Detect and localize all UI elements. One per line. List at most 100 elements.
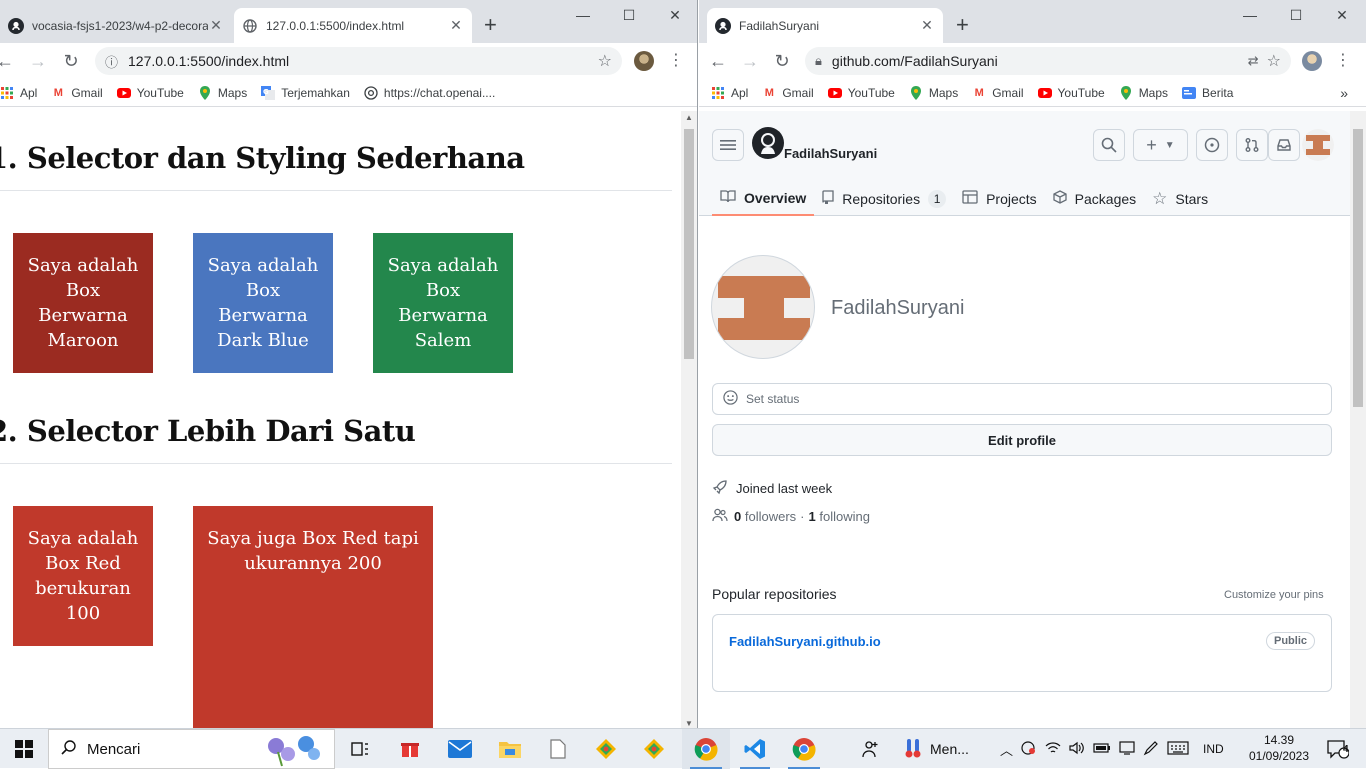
bookmark-maps[interactable]: Maps: [1119, 85, 1168, 100]
profile-avatar[interactable]: [634, 51, 654, 71]
language-indicator[interactable]: IND: [1203, 742, 1224, 756]
bookmark-gmail[interactable]: M Gmail: [51, 86, 103, 100]
tab-stars[interactable]: ☆ Stars: [1144, 181, 1216, 216]
tab-projects[interactable]: Projects: [954, 181, 1045, 216]
display-icon[interactable]: [1119, 740, 1135, 758]
set-status-button[interactable]: Set status: [712, 383, 1332, 415]
github-logo-icon[interactable]: [752, 127, 784, 164]
git-diamond-icon[interactable]: [636, 729, 672, 769]
scroll-down-arrow[interactable]: ▼: [681, 719, 697, 728]
notification-center-icon[interactable]: 4: [1318, 729, 1358, 769]
people-icon[interactable]: [856, 729, 886, 769]
back-arrow-icon[interactable]: ←: [0, 51, 16, 71]
forward-arrow-icon[interactable]: →: [739, 51, 761, 71]
minimize-button[interactable]: —: [1227, 4, 1273, 26]
back-arrow-icon[interactable]: ←: [707, 51, 729, 71]
bookmark-apps[interactable]: Apl: [711, 86, 748, 100]
reload-icon[interactable]: ↻: [771, 51, 793, 71]
edit-profile-button[interactable]: Edit profile: [712, 424, 1332, 456]
maximize-button[interactable]: ☐: [1273, 4, 1319, 26]
scroll-thumb[interactable]: [684, 129, 694, 359]
vscode-icon[interactable]: [732, 729, 778, 769]
search-icon[interactable]: [1093, 129, 1125, 161]
pen-icon[interactable]: [1143, 740, 1159, 759]
bookmark-star-icon[interactable]: ☆: [1267, 51, 1281, 71]
bookmark-maps[interactable]: Maps: [909, 85, 958, 100]
tab-overview[interactable]: Overview: [712, 181, 815, 216]
close-window-button[interactable]: ✕: [652, 4, 697, 26]
menu-kebab-icon[interactable]: ⋮: [668, 51, 684, 71]
thermometer-app-button[interactable]: Men...: [904, 729, 984, 769]
mail-app-icon[interactable]: [440, 729, 480, 769]
close-icon[interactable]: ✕: [208, 17, 224, 34]
tab-github-profile[interactable]: FadilahSuryani ✕: [707, 8, 943, 43]
create-new-button[interactable]: + ▼: [1133, 129, 1188, 161]
vertical-scrollbar[interactable]: ▲ ▼: [681, 111, 697, 728]
bookmark-translate[interactable]: G Terjemahkan: [261, 85, 350, 100]
new-tab-button[interactable]: +: [484, 12, 497, 38]
close-icon[interactable]: ✕: [448, 17, 464, 34]
wifi-icon[interactable]: [1045, 741, 1061, 758]
bookmark-youtube[interactable]: YouTube: [1037, 86, 1105, 100]
gift-app-icon[interactable]: [390, 729, 430, 769]
info-icon[interactable]: ⓘ: [105, 52, 118, 71]
chrome-icon[interactable]: [682, 729, 730, 769]
chrome-icon[interactable]: [780, 729, 828, 769]
address-bar[interactable]: 🔒︎ github.com/FadilahSuryani ⇄ ☆: [805, 47, 1291, 75]
customize-pins-link[interactable]: Customize your pins: [1224, 589, 1324, 601]
bookmarks-overflow[interactable]: »: [1340, 85, 1348, 101]
issues-icon[interactable]: [1196, 129, 1228, 161]
task-view-icon[interactable]: [340, 729, 380, 769]
followers-link[interactable]: 0 followers: [734, 509, 796, 524]
bookmark-berita[interactable]: Berita: [1182, 86, 1233, 100]
tab-localhost[interactable]: 127.0.0.1:5500/index.html ✕: [234, 8, 472, 43]
chevron-up-icon[interactable]: ︿: [1000, 740, 1013, 759]
bookmark-youtube[interactable]: YouTube: [116, 86, 184, 100]
keyboard-icon[interactable]: [1167, 740, 1189, 758]
profile-avatar-large[interactable]: [711, 255, 815, 359]
close-icon[interactable]: ✕: [919, 17, 935, 34]
tab-packages[interactable]: Packages: [1045, 181, 1144, 216]
reload-icon[interactable]: ↻: [60, 51, 82, 71]
recording-icon[interactable]: [1021, 740, 1037, 758]
inbox-icon[interactable]: [1268, 129, 1300, 161]
menu-kebab-icon[interactable]: ⋮: [1335, 51, 1351, 71]
repo-link[interactable]: FadilahSuryani.github.io: [729, 634, 881, 649]
bookmark-gmail[interactable]: M Gmail: [972, 86, 1024, 100]
close-window-button[interactable]: ✕: [1319, 4, 1365, 26]
vertical-scrollbar[interactable]: [1350, 111, 1366, 728]
system-tray: ︿ IND: [1000, 729, 1242, 769]
header-username[interactable]: FadilahSuryani: [784, 146, 877, 161]
new-tab-button[interactable]: +: [956, 12, 969, 38]
tab-vocasia[interactable]: vocasia-fsjs1-2023/w4-p2-decora ✕: [0, 8, 232, 43]
file-explorer-icon[interactable]: [490, 729, 530, 769]
tab-repositories[interactable]: Repositories 1: [814, 181, 954, 216]
windows-start-icon[interactable]: [0, 729, 48, 769]
scroll-up-arrow[interactable]: ▲: [681, 113, 697, 122]
following-link[interactable]: 1 following: [809, 509, 870, 524]
maximize-button[interactable]: ☐: [606, 4, 652, 26]
user-avatar[interactable]: [1302, 129, 1334, 161]
volume-icon[interactable]: [1069, 741, 1085, 758]
bookmark-apps[interactable]: Apl: [0, 86, 37, 100]
profile-avatar[interactable]: [1302, 51, 1322, 71]
bookmark-gmail[interactable]: M Gmail: [762, 86, 814, 100]
taskbar-search[interactable]: Mencari: [48, 729, 335, 769]
bookmark-maps[interactable]: Maps: [198, 85, 247, 100]
clock[interactable]: 14.39 01/09/2023: [1248, 732, 1310, 764]
scroll-thumb[interactable]: [1353, 129, 1363, 407]
profile-name: FadilahSuryani: [831, 297, 965, 319]
lock-icon[interactable]: 🔒︎: [815, 53, 822, 69]
translate-icon[interactable]: ⇄: [1248, 53, 1259, 69]
git-diamond-icon[interactable]: [588, 729, 624, 769]
document-icon[interactable]: [540, 729, 576, 769]
minimize-button[interactable]: —: [560, 4, 606, 26]
hamburger-menu-icon[interactable]: [712, 129, 744, 161]
bookmark-chatgpt[interactable]: https://chat.openai....: [364, 86, 495, 100]
bookmark-youtube[interactable]: YouTube: [827, 86, 895, 100]
address-bar[interactable]: ⓘ 127.0.0.1:5500/index.html ☆: [95, 47, 622, 75]
battery-icon[interactable]: [1093, 742, 1111, 757]
forward-arrow-icon[interactable]: →: [27, 51, 49, 71]
bookmark-star-icon[interactable]: ☆: [598, 51, 612, 71]
pull-requests-icon[interactable]: [1236, 129, 1268, 161]
